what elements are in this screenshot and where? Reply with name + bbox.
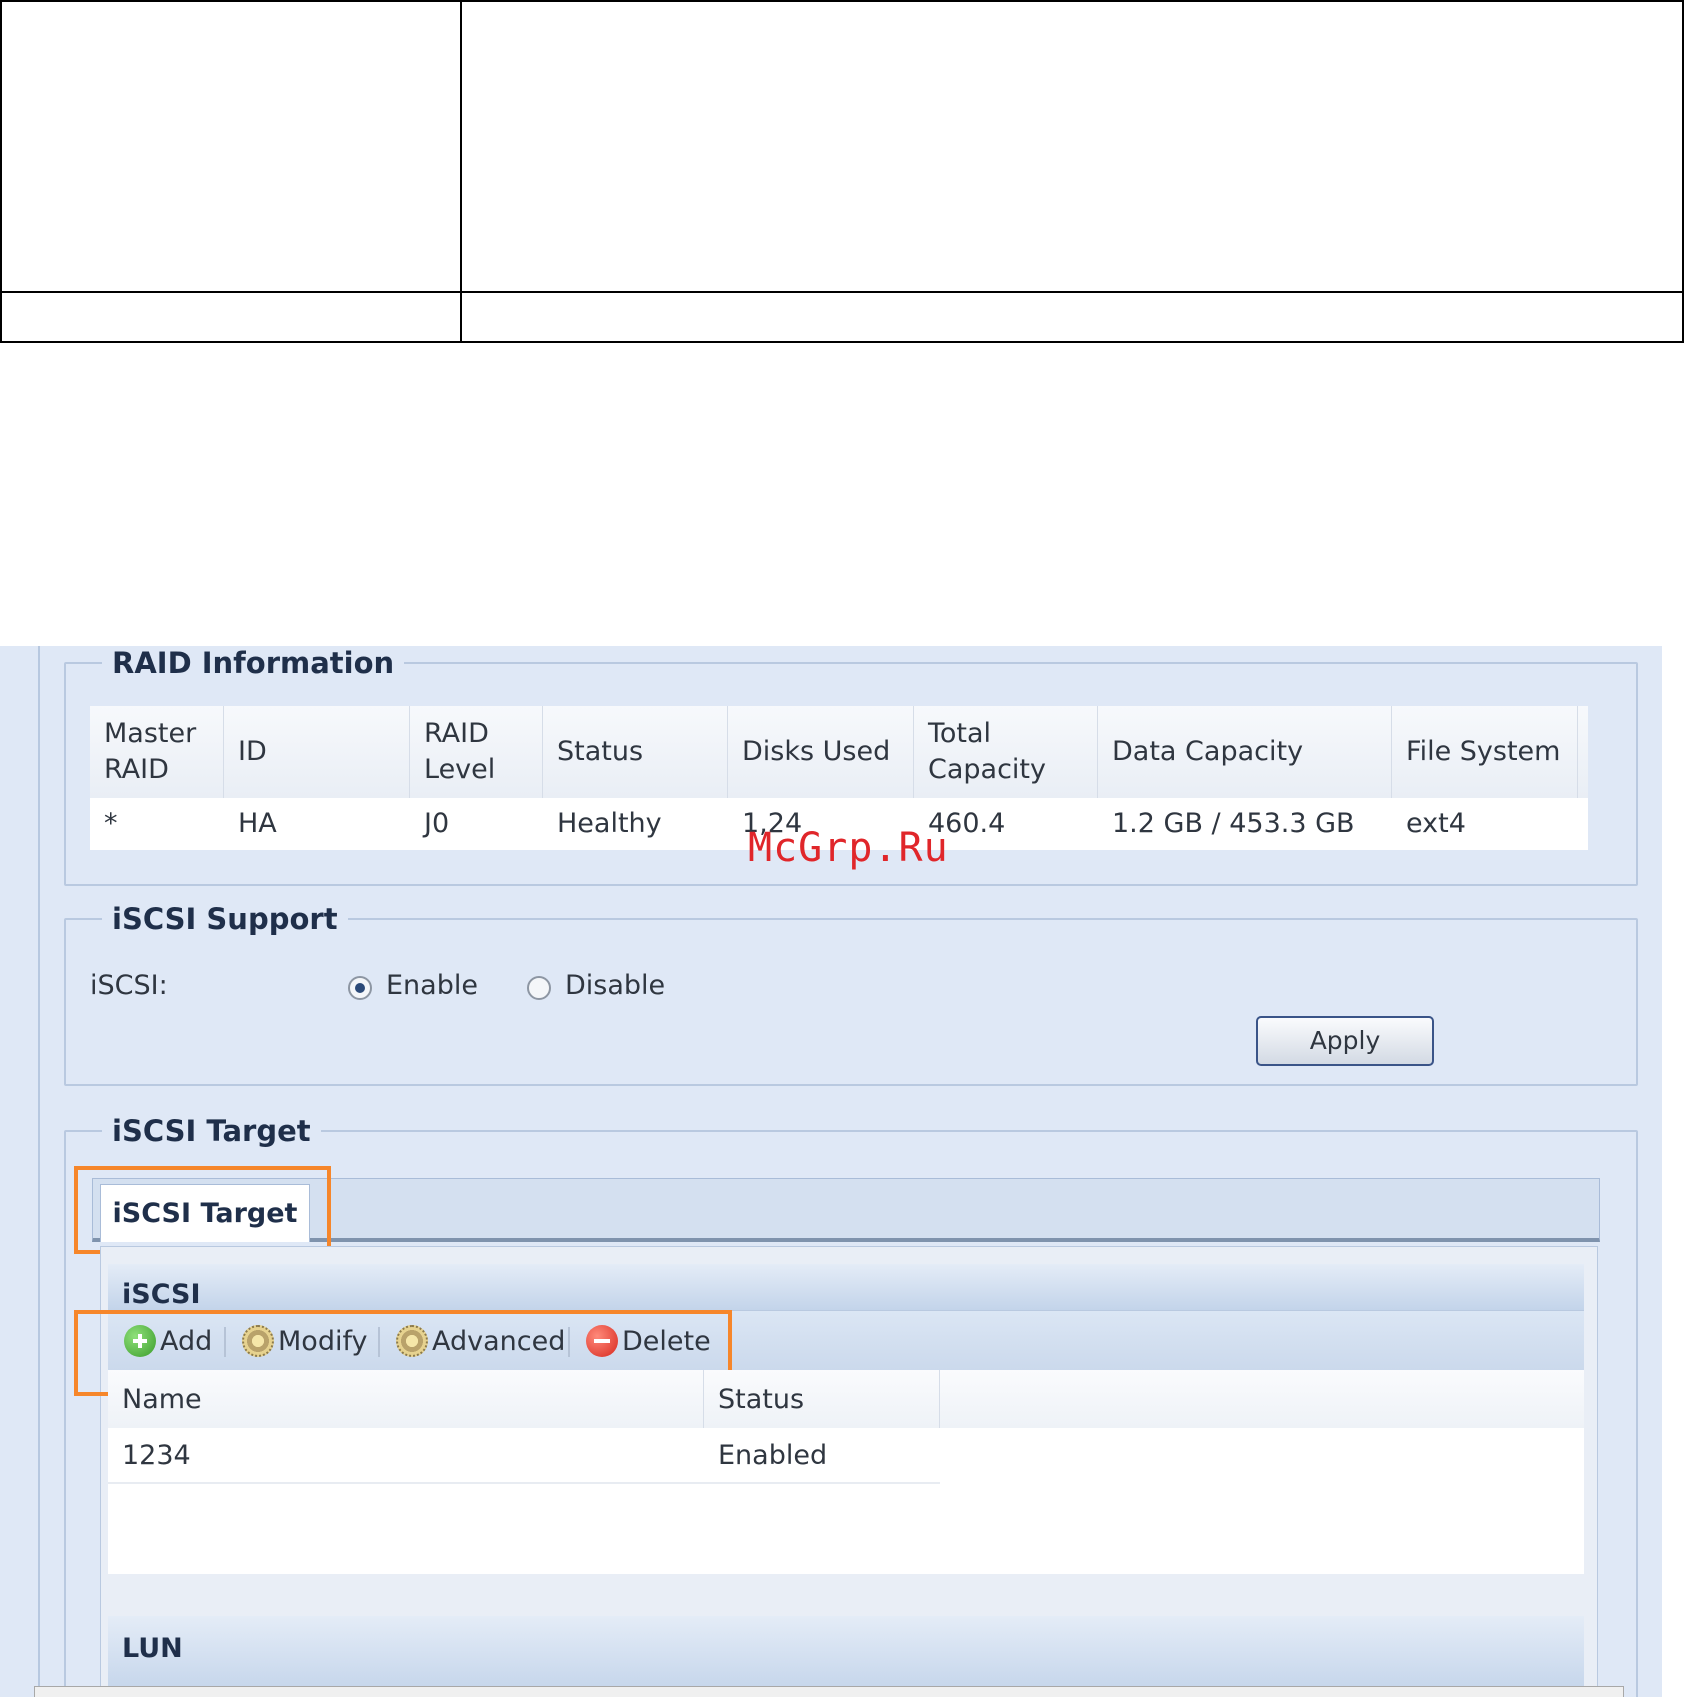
doc-cell (0, 0, 462, 293)
column-header[interactable]: ID (224, 706, 410, 798)
raid-cell-status: Healthy (557, 808, 662, 839)
column-header[interactable]: Total Capacity (914, 706, 1098, 798)
horizontal-scrollbar[interactable] (34, 1686, 1624, 1697)
column-header-status[interactable]: Status (704, 1370, 940, 1428)
column-header[interactable]: File System (1392, 706, 1578, 798)
iscsi-target-legend: iSCSI Target (112, 1114, 311, 1148)
target-name-cell[interactable]: 1234 (108, 1428, 704, 1482)
highlight-box-tab (74, 1166, 331, 1254)
apply-button[interactable]: Apply (1256, 1016, 1434, 1066)
iscsi-support-legend: iSCSI Support (112, 902, 338, 936)
column-header-name[interactable]: Name (108, 1370, 704, 1428)
nas-storage-panel: RAID Information Master RAID ID RAID Lev… (0, 646, 1662, 1697)
lun-grid-title: LUN (108, 1616, 1584, 1696)
enable-radio[interactable] (348, 976, 372, 1000)
column-header[interactable]: Data Capacity (1098, 706, 1392, 798)
column-header[interactable]: Disks Used (728, 706, 914, 798)
raid-table-header: Master RAID ID RAID Level Status Disks U… (90, 706, 1588, 798)
row-divider (108, 1482, 940, 1484)
raid-cell-level: J0 (424, 808, 450, 839)
disable-label[interactable]: Disable (565, 970, 665, 1001)
raid-information-legend: RAID Information (112, 646, 395, 680)
raid-cell-id: HA (238, 808, 277, 839)
document-table (0, 0, 1684, 343)
doc-cell (460, 0, 1684, 293)
raid-cell-master: * (104, 808, 118, 839)
column-header[interactable]: Status (543, 706, 728, 798)
disable-radio[interactable] (527, 976, 551, 1000)
enable-label[interactable]: Enable (386, 970, 478, 1001)
column-header[interactable]: Master RAID (90, 706, 224, 798)
iscsi-list-body: 1234 Enabled (108, 1428, 1584, 1574)
left-divider (38, 646, 40, 1697)
iscsi-list-header: Name Status (108, 1370, 1584, 1428)
raid-cell-data-capacity: 1.2 GB / 453.3 GB (1112, 808, 1355, 839)
raid-cell-file-system: ext4 (1406, 808, 1466, 839)
column-header[interactable]: RAID Level (410, 706, 543, 798)
iscsi-grid-title: iSCSI (108, 1264, 1584, 1310)
doc-cell (0, 291, 462, 343)
iscsi-label: iSCSI: (90, 970, 168, 1001)
doc-cell (460, 291, 1684, 343)
target-status-cell[interactable]: Enabled (704, 1428, 940, 1482)
watermark-text: McGrp.Ru (748, 825, 949, 871)
